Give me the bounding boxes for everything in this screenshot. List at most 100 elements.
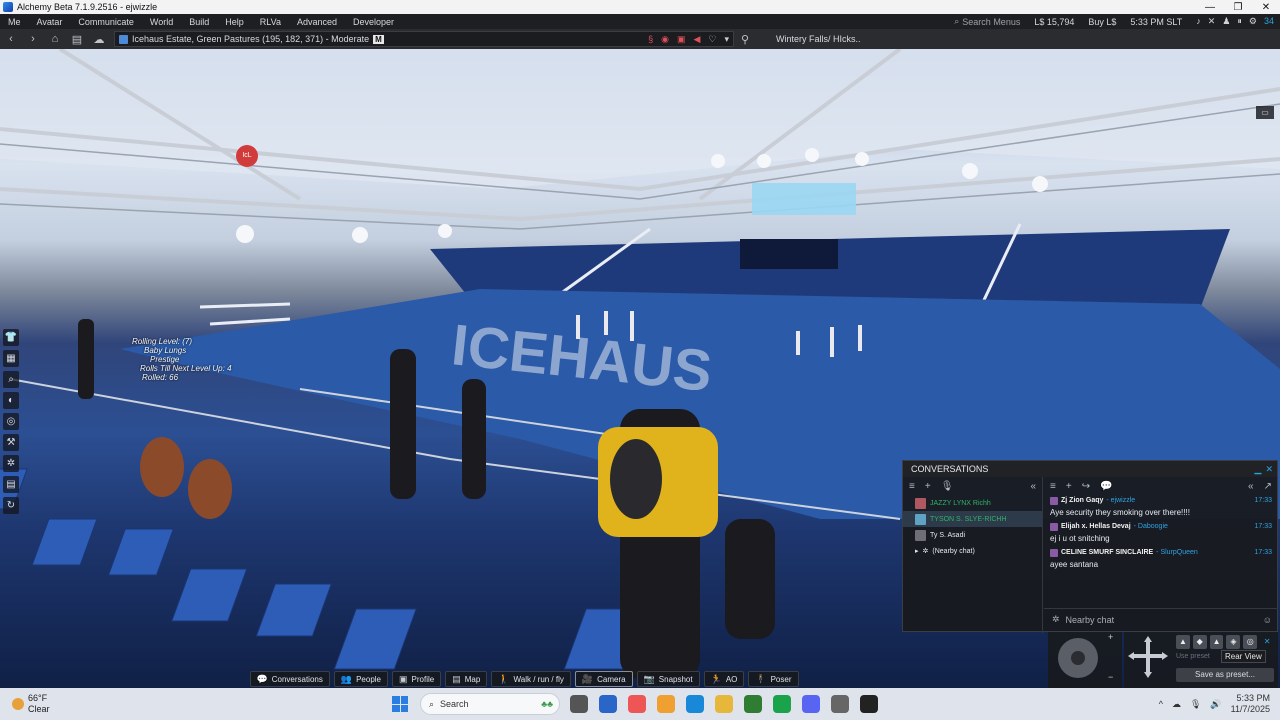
movement-controls[interactable]: + − (1048, 632, 1122, 688)
app-icon[interactable] (628, 695, 646, 713)
no-voice-icon[interactable]: ◀ (693, 34, 700, 45)
search-menus[interactable]: ⌕ Search Menus (954, 16, 1020, 27)
app-icon[interactable] (657, 695, 675, 713)
app-icon[interactable] (860, 695, 878, 713)
save-as-preset-button[interactable]: Save as preset... (1176, 668, 1274, 682)
conversation-item[interactable]: TYSON S. SLYE-RICHH (903, 511, 1042, 527)
list-options-icon[interactable]: ≡ (909, 481, 915, 492)
chat-input[interactable]: ✲ Nearby chat ☺ (1044, 608, 1278, 630)
rear-view-icon[interactable]: ▲ (1209, 635, 1224, 649)
minimize-icon[interactable]: ▁ (1255, 461, 1262, 477)
menu-me[interactable]: Me (0, 17, 29, 27)
settings-icon[interactable] (831, 695, 849, 713)
profile-button[interactable]: ▣ Profile (392, 671, 442, 687)
hud-badge[interactable]: IcL (236, 145, 258, 167)
message-username[interactable]: - SlurpQueen (1156, 547, 1198, 559)
collapse-icon[interactable]: « (1030, 481, 1036, 492)
forward-icon[interactable]: › (22, 33, 44, 45)
microphone-icon[interactable]: 🎙 (1190, 699, 1201, 710)
menu-world[interactable]: World (142, 17, 181, 27)
viewer-app-icon[interactable] (744, 695, 762, 713)
fullscreen-icon[interactable]: ▭ (1256, 106, 1274, 119)
favorite-heart-icon[interactable]: ♡ (708, 34, 716, 45)
message-username[interactable]: - Daboogie (1134, 521, 1168, 533)
search-icon[interactable]: ⌕ (3, 371, 19, 388)
task-view-icon[interactable] (570, 695, 588, 713)
pause-icon[interactable]: ⏸ (1237, 16, 1242, 27)
volume-icon[interactable]: 🔊 (1210, 699, 1221, 710)
movement-joystick[interactable]: + − (1048, 632, 1122, 688)
message-display-name[interactable]: Elijah x. Hellas Devaj (1061, 521, 1131, 533)
no-script-icon[interactable]: § (648, 34, 653, 45)
message-display-name[interactable]: CELINE SMURF SINCLAIRE (1061, 547, 1153, 559)
close-icon[interactable]: ✕ (1260, 635, 1274, 649)
front-view-icon[interactable]: ▲ (1176, 635, 1190, 649)
camera-pan-arrows[interactable] (1124, 632, 1172, 688)
taskbar-search[interactable]: ⌕ Search ♣♣ (420, 693, 560, 715)
menu-developer[interactable]: Developer (345, 17, 402, 27)
menu-avatar[interactable]: Avatar (29, 17, 71, 27)
inventory-icon[interactable]: ▦ (3, 350, 19, 367)
conversation-item[interactable]: ▸ ✲ (Nearby chat) (903, 543, 1042, 559)
taskbar-clock[interactable]: 5:33 PM 11/7/2025 (1231, 693, 1270, 715)
expand-arrow-icon[interactable]: ▸ (915, 547, 919, 555)
landmark-icon[interactable]: ▤ (66, 33, 88, 46)
edge-icon[interactable] (599, 695, 617, 713)
cloud-icon[interactable]: ☁ (1172, 699, 1181, 710)
grid-icon[interactable]: ▤ (3, 476, 19, 493)
mouselook-icon[interactable]: ◎ (1243, 635, 1258, 649)
edge-browser-icon[interactable] (686, 695, 704, 713)
refresh-icon[interactable]: ↻ (3, 497, 19, 514)
menu-advanced[interactable]: Advanced (289, 17, 345, 27)
message-display-name[interactable]: Zj Zion Gaqy (1061, 495, 1103, 507)
chat-options-icon[interactable]: ≡ (1050, 481, 1056, 492)
message-username[interactable]: - ejwizzle (1106, 495, 1135, 507)
search-pin-icon[interactable]: ⚲ (734, 33, 756, 46)
media-icon[interactable]: ✕ (1208, 16, 1216, 27)
destination-icon[interactable]: ✲ (3, 455, 19, 472)
back-icon[interactable]: ‹ (0, 33, 22, 45)
poser-button[interactable]: 🕴 Poser (748, 671, 799, 687)
parcel-info-icon[interactable] (119, 34, 128, 44)
menu-rlva[interactable]: RLVa (252, 17, 289, 27)
emoji-icon[interactable]: ☺ (1263, 615, 1272, 625)
minimize-icon[interactable]: — (1196, 2, 1224, 13)
walk-run-fly-button[interactable]: 🚶 Walk / run / fly (491, 671, 571, 687)
app-icon[interactable] (773, 695, 791, 713)
add-icon[interactable]: + (1066, 481, 1072, 492)
cloud-icon[interactable]: ☁ (88, 33, 110, 46)
gear-icon[interactable]: ⚙ (1249, 16, 1257, 27)
weather-widget[interactable]: 66°F Clear (0, 693, 190, 715)
map-button[interactable]: ▤ Map (445, 671, 488, 687)
side-view-icon[interactable]: ◆ (1192, 635, 1207, 649)
discord-icon[interactable] (802, 695, 820, 713)
microphone-icon[interactable]: 🎙 (941, 481, 954, 492)
file-explorer-icon[interactable] (715, 695, 733, 713)
linden-balance[interactable]: L$ 15,794 (1034, 17, 1074, 27)
buy-currency-button[interactable]: Buy L$ (1088, 17, 1116, 27)
gesture-icon[interactable]: ✲ (1052, 614, 1060, 625)
object-view-icon[interactable]: ◈ (1226, 635, 1241, 649)
build-icon[interactable]: ⚒ (3, 434, 19, 451)
chevron-down-icon[interactable]: ▾ (724, 34, 729, 45)
tear-off-icon[interactable]: ↗ (1264, 481, 1272, 492)
windows-start-icon[interactable] (392, 696, 408, 712)
conversations-button[interactable]: 💬 Conversations (249, 671, 330, 687)
chevron-up-icon[interactable]: ^ (1159, 699, 1163, 709)
conversation-item[interactable]: Ty S. Asadi (903, 527, 1042, 543)
chat-bubble-icon[interactable]: 💬 (1100, 481, 1112, 492)
home-icon[interactable]: ⌂ (44, 33, 66, 45)
add-icon[interactable]: + (925, 481, 931, 492)
ao-button[interactable]: 🏃 AO (703, 671, 745, 687)
shirt-icon[interactable]: 👕 (3, 329, 19, 346)
close-icon[interactable]: ✕ (1265, 461, 1273, 477)
menu-build[interactable]: Build (181, 17, 217, 27)
collapse-icon[interactable]: « (1248, 481, 1254, 492)
menu-communicate[interactable]: Communicate (70, 17, 142, 27)
walk-icon[interactable]: ♟ (1222, 16, 1230, 27)
close-icon[interactable]: ✕ (1252, 2, 1280, 13)
volume-icon[interactable]: ♪ (1196, 16, 1201, 27)
camera-button[interactable]: 🎥 Camera (574, 671, 633, 687)
camera-controls[interactable] (1124, 632, 1172, 688)
conversation-item[interactable]: JAZZY LYNX Richh (903, 495, 1042, 511)
